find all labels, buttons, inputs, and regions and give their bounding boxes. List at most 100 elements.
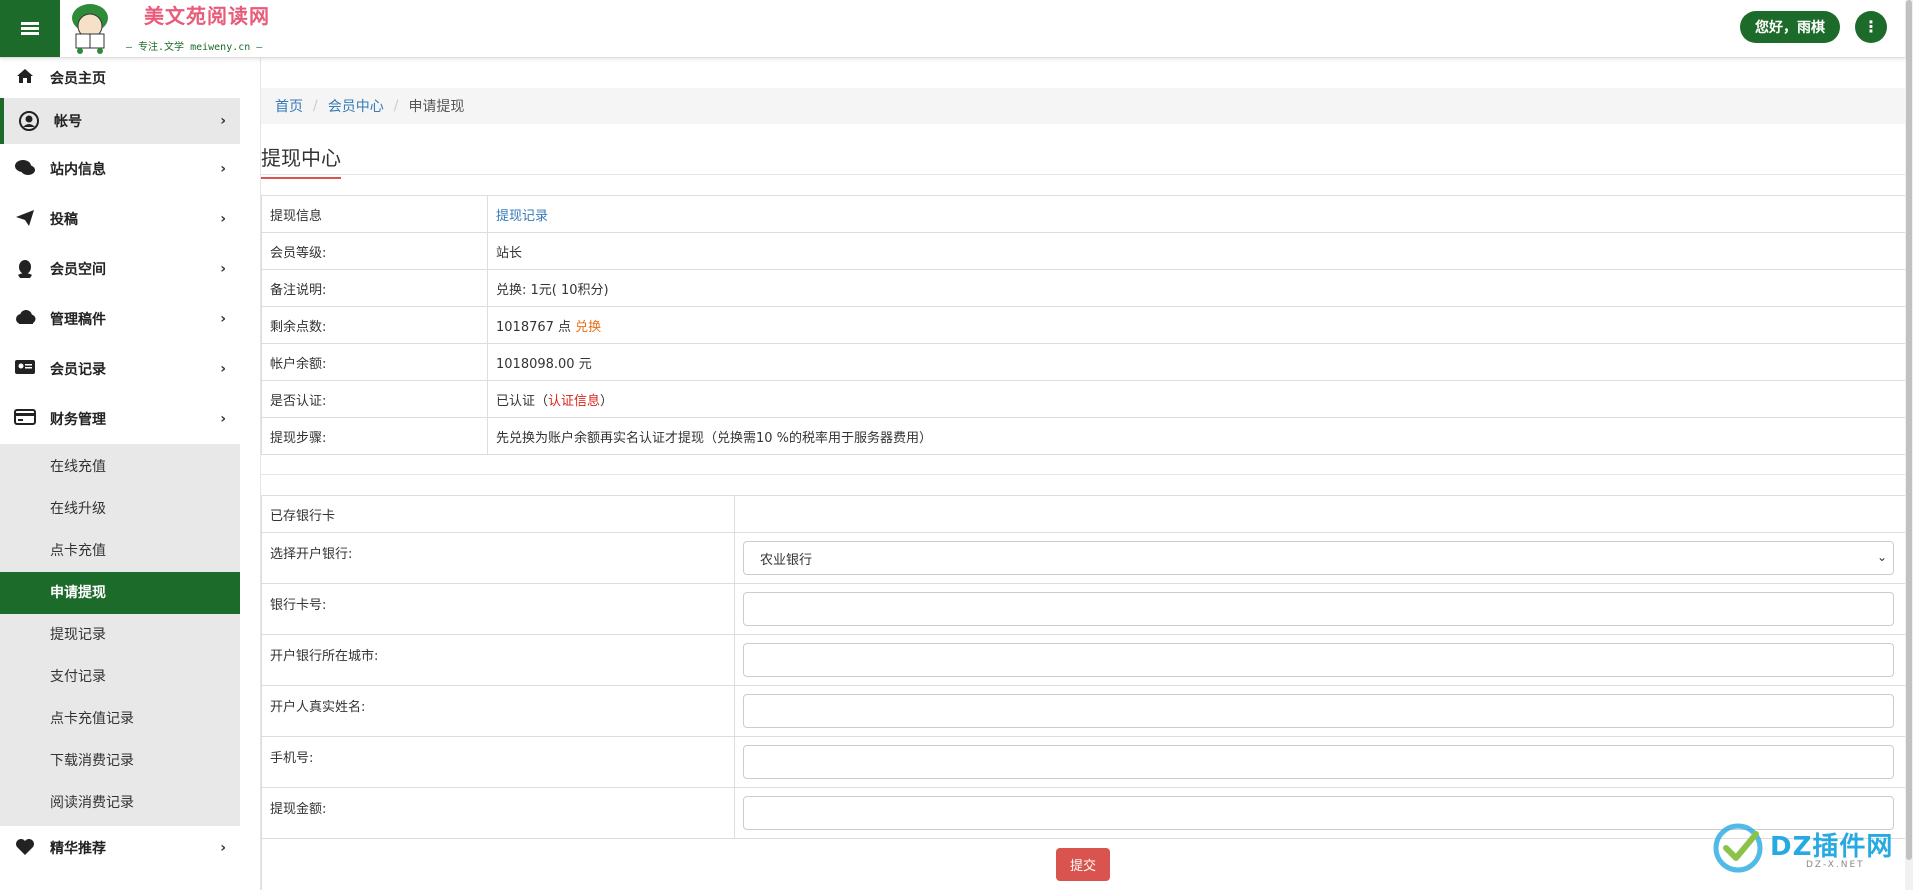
sidebar-item-label: 财务管理 (50, 412, 106, 428)
table-row: 手机号: (261, 736, 1906, 788)
phone-label: 手机号: (261, 736, 735, 788)
table-row: 已存银行卡 (261, 495, 1906, 533)
submenu-item-withdraw-records[interactable]: 提现记录 (0, 614, 240, 656)
watermark-text: DZ插件网 (1770, 832, 1894, 862)
submenu-item-online-upgrade[interactable]: 在线升级 (0, 488, 240, 530)
saved-card-value (734, 495, 1906, 533)
submenu-item-download-records[interactable]: 下载消费记录 (0, 740, 240, 782)
bank-select-value: 农业银行 (760, 552, 813, 568)
phone-input[interactable] (743, 745, 1894, 779)
sidebar-item-member-home[interactable]: 会员主页 (0, 58, 240, 98)
withdraw-records-link[interactable]: 提现记录 (496, 209, 548, 224)
sidebar-item-manage-drafts[interactable]: 管理稿件 › (0, 294, 240, 344)
watermark: DZ插件网 DZ-X.NET (1712, 818, 1902, 878)
credit-card-icon (14, 409, 36, 429)
sidebar-item-member-records[interactable]: 会员记录 › (0, 344, 240, 394)
verification-info-link[interactable]: 认证信息 (548, 394, 600, 409)
user-greeting-button[interactable]: 您好，雨棋 (1740, 11, 1840, 43)
submit-button[interactable]: 提交 (1056, 848, 1110, 881)
logo-title: 美文苑阅读网 (144, 4, 270, 28)
exchange-link[interactable]: 兑换 (575, 320, 601, 335)
sidebar-item-label: 管理稿件 (50, 312, 106, 328)
info-value: 已认证（认证信息） (487, 380, 1906, 418)
breadcrumb-separator: / (393, 98, 399, 114)
real-name-input[interactable] (743, 694, 1894, 728)
table-row: 备注说明: 兑换: 1元( 10积分) (261, 269, 1906, 307)
chevron-down-icon: › (220, 411, 226, 427)
sidebar-item-label: 精华推荐 (50, 841, 106, 857)
withdraw-form: 已存银行卡 选择开户银行: 农业银行 ⌄ 银行卡号: 开户银行所在城市: 开户人… (261, 495, 1906, 839)
submenu-item-card-recharge-records[interactable]: 点卡充值记录 (0, 698, 240, 740)
info-label: 是否认证: (261, 380, 488, 418)
breadcrumb-member-link[interactable]: 会员中心 (328, 96, 384, 116)
info-label: 会员等级: (261, 232, 488, 270)
verified-status: 已认证（ (496, 393, 549, 409)
sidebar: 会员主页 帐号 › 站内信息 › 投稿 › 会员空间 › 管理稿件 › 会员记录… (0, 58, 240, 890)
info-value: 先兑换为账户余额再实名认证才提现（兑换需10 %的税率用于服务器费用） (487, 417, 1906, 455)
table-row: 提现信息 提现记录 (261, 195, 1906, 233)
finance-submenu: 在线充值 在线升级 点卡充值 申请提现 提现记录 支付记录 点卡充值记录 下载消… (0, 444, 240, 826)
main-content: 首页 / 会员中心 / 申请提现 提现中心 提现信息 提现记录 会员等级: 站长… (260, 58, 1906, 890)
table-row: 开户人真实姓名: (261, 685, 1906, 737)
amount-label: 提现金额: (261, 787, 735, 839)
chevron-right-icon: › (220, 361, 226, 377)
submenu-item-payment-records[interactable]: 支付记录 (0, 656, 240, 698)
watermark-subtext: DZ-X.NET (1806, 860, 1865, 870)
submenu-item-online-recharge[interactable]: 在线充值 (0, 446, 240, 488)
sidebar-item-featured[interactable]: 精华推荐 › (0, 826, 240, 870)
card-number-input[interactable] (743, 592, 1894, 626)
withdraw-info-table: 提现信息 提现记录 会员等级: 站长 备注说明: 兑换: 1元( 10积分) 剩… (261, 195, 1906, 455)
hamburger-menu-button[interactable] (0, 0, 60, 57)
table-row: 是否认证: 已认证（认证信息） (261, 380, 1906, 418)
sidebar-item-account[interactable]: 帐号 › (0, 98, 240, 144)
info-label: 剩余点数: (261, 306, 488, 344)
info-value: 站长 (487, 232, 1906, 270)
cloud-icon (14, 309, 36, 329)
vertical-dots-icon: ⋮ (1863, 17, 1879, 36)
paper-plane-icon (14, 209, 36, 229)
more-options-button[interactable]: ⋮ (1855, 11, 1887, 43)
info-label: 帐户余额: (261, 343, 488, 381)
scrollbar-thumb[interactable] (1906, 0, 1912, 860)
info-label: 备注说明: (261, 269, 488, 307)
table-row: 帐户余额: 1018098.00 元 (261, 343, 1906, 381)
sidebar-item-member-space[interactable]: 会员空间 › (0, 244, 240, 294)
sidebar-item-label: 帐号 (54, 114, 82, 130)
sidebar-item-label: 站内信息 (50, 162, 106, 178)
bank-city-input[interactable] (743, 643, 1894, 677)
bank-select-label: 选择开户银行: (261, 532, 735, 584)
card-number-label: 银行卡号: (261, 583, 735, 635)
submenu-item-reading-records[interactable]: 阅读消费记录 (0, 782, 240, 824)
sidebar-item-submit[interactable]: 投稿 › (0, 194, 240, 244)
submenu-item-card-recharge[interactable]: 点卡充值 (0, 530, 240, 572)
breadcrumb-home-link[interactable]: 首页 (275, 96, 303, 116)
logo-subtitle: — 专注.文学 meiweny.cn — (126, 42, 263, 53)
remaining-points-value: 1018767 点 (496, 319, 572, 335)
table-row: 开户银行所在城市: (261, 634, 1906, 686)
watermark-check-icon (1713, 823, 1763, 873)
table-row: 剩余点数: 1018767 点 兑换 (261, 306, 1906, 344)
info-label: 提现步骤: (261, 417, 488, 455)
breadcrumb: 首页 / 会员中心 / 申请提现 (261, 88, 1906, 124)
logo-mascot-icon (72, 4, 108, 54)
sidebar-item-finance[interactable]: 财务管理 › (0, 394, 240, 444)
bank-select[interactable]: 农业银行 ⌄ (743, 541, 1894, 575)
info-label: 提现信息 (261, 195, 488, 233)
top-header: 美文苑阅读网 — 专注.文学 meiweny.cn — 您好，雨棋 ⋮ (0, 0, 1905, 58)
bank-select-cell: 农业银行 ⌄ (734, 532, 1906, 584)
chevron-right-icon: › (220, 211, 226, 227)
sidebar-item-messages[interactable]: 站内信息 › (0, 144, 240, 194)
breadcrumb-separator: / (313, 98, 318, 114)
menu-icon (21, 20, 39, 37)
sidebar-item-label: 会员空间 (50, 262, 106, 278)
sidebar-item-label: 会员记录 (50, 362, 106, 378)
chevron-right-icon: › (220, 311, 226, 327)
page-scrollbar[interactable] (1905, 0, 1913, 890)
id-card-icon (14, 359, 36, 379)
table-row: 提现金额: (261, 787, 1906, 839)
verified-status-close: ） (600, 393, 614, 409)
site-logo[interactable]: 美文苑阅读网 — 专注.文学 meiweny.cn — (60, 0, 300, 57)
submenu-item-apply-withdraw[interactable]: 申请提现 (0, 572, 240, 614)
saved-card-label: 已存银行卡 (261, 495, 735, 533)
bank-city-label: 开户银行所在城市: (261, 634, 735, 686)
